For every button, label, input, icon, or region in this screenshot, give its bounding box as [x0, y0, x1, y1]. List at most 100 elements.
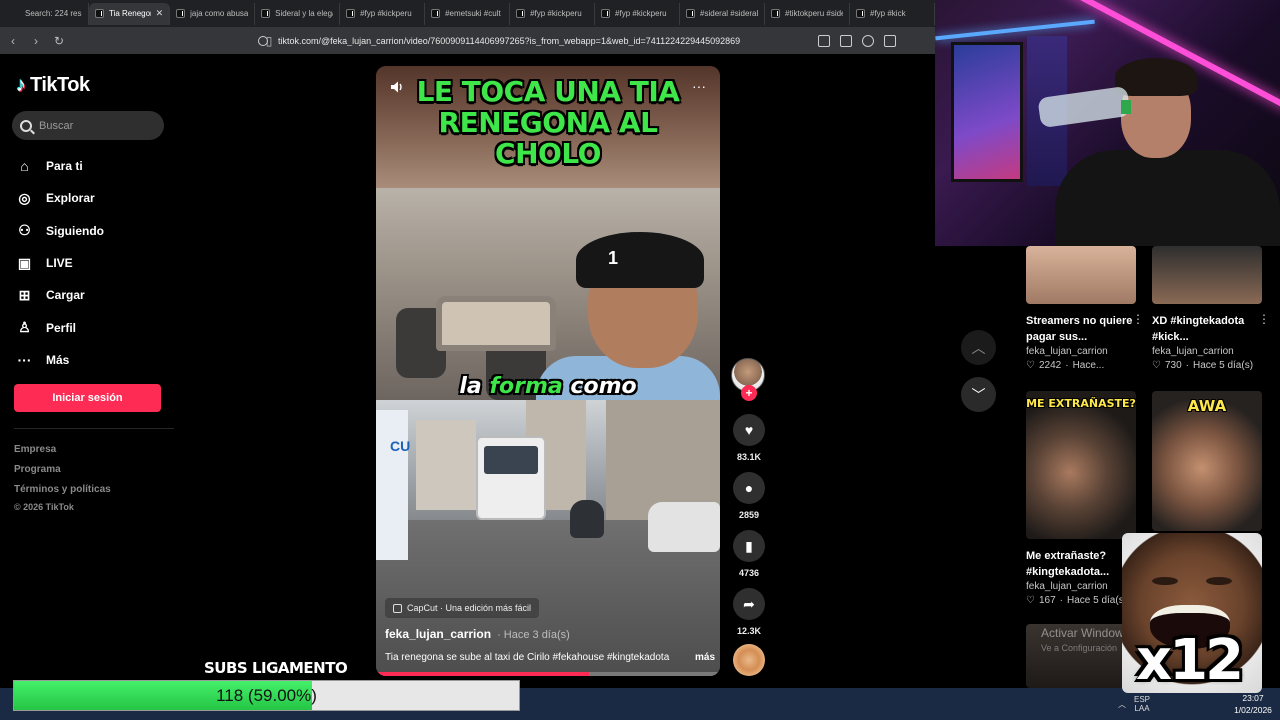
- tab-label: #fyp #kick: [870, 9, 906, 18]
- footer-link-programa[interactable]: Programa: [14, 464, 111, 484]
- forward-icon[interactable]: ›: [26, 31, 46, 51]
- comment-icon: ●: [744, 480, 754, 496]
- following-icon: ⚇: [18, 222, 31, 239]
- suggestion-more-icon[interactable]: ⋮: [1258, 312, 1270, 326]
- save-action: ▮ 4736: [730, 530, 768, 578]
- tiktok-favicon-icon: [516, 9, 526, 18]
- browser-tab[interactable]: #fyp #kickperu: [340, 2, 426, 25]
- suggestion-thumbnail[interactable]: [1026, 246, 1136, 304]
- capcut-label: CapCut · Una edición más fácil: [407, 603, 532, 613]
- sidebar-item-para-ti[interactable]: ⌂ Para ti: [16, 150, 104, 182]
- suggestion-card[interactable]: ME EXTRAÑASTE? Me extrañaste? #kingtekad…: [1026, 391, 1136, 606]
- capcut-icon: [393, 603, 402, 613]
- sidebar-item-siguiendo[interactable]: ⚇ Siguiendo: [16, 215, 104, 247]
- search-box[interactable]: [12, 111, 164, 140]
- copyright: © 2026 TikTok: [14, 502, 74, 512]
- heart-icon: ♡: [1026, 360, 1035, 371]
- back-icon[interactable]: ‹: [3, 31, 23, 51]
- site-info-icon[interactable]: [258, 35, 268, 46]
- sidebar-item-cargar[interactable]: ⊞ Cargar: [16, 279, 104, 311]
- browser-tab[interactable]: #fyp #kickperu: [595, 2, 681, 25]
- tab-label: jaja como abusa: [190, 9, 249, 18]
- sidebar-item-label: Cargar: [46, 288, 85, 303]
- taskbar-clock[interactable]: 23:07 1/02/2026: [1228, 692, 1278, 716]
- browser-tab[interactable]: #fyp #kick: [850, 2, 935, 25]
- login-button[interactable]: Iniciar sesión: [14, 384, 161, 412]
- url-field[interactable]: tiktok.com/@feka_lujan_carrion/video/760…: [278, 36, 808, 46]
- tiktok-logo[interactable]: ♪ TikTok: [16, 74, 90, 97]
- suggestion-card[interactable]: AWA: [1152, 391, 1262, 531]
- translate-icon[interactable]: [840, 34, 852, 47]
- suggestion-card[interactable]: XD #kingtekadota #kick... feka_lujan_car…: [1152, 246, 1270, 371]
- like-button[interactable]: ♥: [733, 414, 765, 446]
- search-icon: [20, 119, 32, 132]
- video-player[interactable]: ··· LE TOCA UNA TIA RENEGONA AL CHOLO 1 …: [376, 66, 720, 676]
- suggestion-title[interactable]: XD #kingtekadota #kick...: [1152, 313, 1262, 345]
- capcut-badge[interactable]: CapCut · Una edición más fácil: [385, 598, 540, 618]
- browser-tab[interactable]: Search: 224 results: [4, 2, 89, 25]
- title-line: RENEGONA AL: [438, 106, 658, 139]
- browser-tab[interactable]: #tiktokperu #sideral: [765, 2, 850, 25]
- video-title-overlay: LE TOCA UNA TIA RENEGONA AL CHOLO: [376, 76, 720, 169]
- sidebar-item-perfil[interactable]: ♙ Perfil: [16, 311, 104, 343]
- sidebar-item-explorar[interactable]: ◎ Explorar: [16, 182, 104, 214]
- neon-light: [935, 19, 1095, 41]
- share-button[interactable]: ➦: [733, 588, 765, 620]
- suggestion-thumbnail[interactable]: [1152, 246, 1262, 304]
- suggestion-likes: 730: [1164, 360, 1182, 371]
- footer-link-empresa[interactable]: Empresa: [14, 444, 111, 464]
- close-tab-icon[interactable]: ✕: [156, 8, 164, 19]
- clock-date: 1/02/2026: [1234, 705, 1272, 715]
- suggestion-title[interactable]: Me extrañaste? #kingtekadota...: [1026, 548, 1136, 580]
- reload-icon[interactable]: ↻: [49, 31, 69, 51]
- suggestion-more-icon[interactable]: ⋮: [1132, 312, 1144, 326]
- windows-activation-watermark: Activar Windows: [1041, 626, 1130, 640]
- previous-video-button[interactable]: ︿: [961, 330, 996, 365]
- language-indicator[interactable]: ESP LAA: [1134, 695, 1150, 713]
- language-code: ESP: [1134, 695, 1151, 704]
- dot-separator: ·: [1065, 360, 1069, 371]
- music-disc-icon: [733, 644, 765, 676]
- poster-monitor: [951, 42, 1023, 182]
- comment-button[interactable]: ●: [733, 472, 765, 504]
- browser-tab[interactable]: #emetsuki #cult: [425, 2, 511, 25]
- share-count: 12.3K: [736, 626, 762, 636]
- thumbnail-overlay-text: AWA: [1187, 397, 1227, 415]
- browser-tab[interactable]: Sideral y la elegancia: [255, 2, 341, 25]
- suggestion-user[interactable]: feka_lujan_carrion: [1026, 346, 1136, 357]
- cast-icon[interactable]: [884, 34, 896, 47]
- footer-link-terminos[interactable]: Términos y políticas: [14, 484, 111, 504]
- author-name[interactable]: feka_lujan_carrion: [385, 627, 491, 641]
- thumbnail-overlay-text: ME EXTRAÑASTE?: [1026, 397, 1136, 410]
- follow-button[interactable]: +: [741, 385, 757, 401]
- search-input[interactable]: [39, 119, 149, 132]
- posted-time: · Hace 3 día(s): [497, 629, 570, 641]
- music-disc[interactable]: [730, 644, 768, 676]
- browser-tab[interactable]: Tia Renegona ✕: [88, 2, 171, 25]
- suggestion-thumbnail[interactable]: AWA: [1152, 391, 1262, 531]
- browser-tab[interactable]: #fyp #kickperu: [510, 2, 596, 25]
- zoom-icon[interactable]: [862, 34, 874, 47]
- suggestion-card[interactable]: Streamers no quiere pagar sus... feka_lu…: [1026, 246, 1144, 371]
- tiktok-favicon-icon: [261, 9, 271, 18]
- browser-tab[interactable]: jaja como abusa: [170, 2, 256, 25]
- save-button[interactable]: ▮: [733, 530, 765, 562]
- sidebar-item-label: Más: [46, 352, 70, 367]
- browser-tab[interactable]: #sideral #sideral: [680, 2, 766, 25]
- suggestion-stats: ♡ 167 · Hace 5 día(s): [1026, 595, 1136, 606]
- suggestion-user[interactable]: feka_lujan_carrion: [1152, 346, 1262, 357]
- suggestion-user[interactable]: feka_lujan_carrion: [1026, 581, 1136, 592]
- suggestion-title[interactable]: Streamers no quiere pagar sus...: [1026, 313, 1136, 345]
- windows-activation-hint: Ve a Configuración: [1041, 643, 1118, 653]
- next-video-button[interactable]: ﹀: [961, 377, 996, 412]
- no-translate-icon[interactable]: [818, 34, 830, 47]
- suggestion-age: Hace 5 día(s): [1193, 360, 1254, 371]
- suggestion-thumbnail[interactable]: ME EXTRAÑASTE?: [1026, 391, 1136, 539]
- sidebar-item-live[interactable]: ▣ LIVE: [16, 247, 104, 279]
- video-progress-bar[interactable]: [376, 672, 720, 676]
- tray-chevron-icon[interactable]: ︿: [1118, 699, 1126, 710]
- caption-more-link[interactable]: más: [695, 652, 715, 663]
- sidebar-item-mas[interactable]: ··· Más: [16, 344, 104, 376]
- keyboard-layout: LAA: [1134, 704, 1150, 713]
- cap-logo: 1: [608, 248, 619, 268]
